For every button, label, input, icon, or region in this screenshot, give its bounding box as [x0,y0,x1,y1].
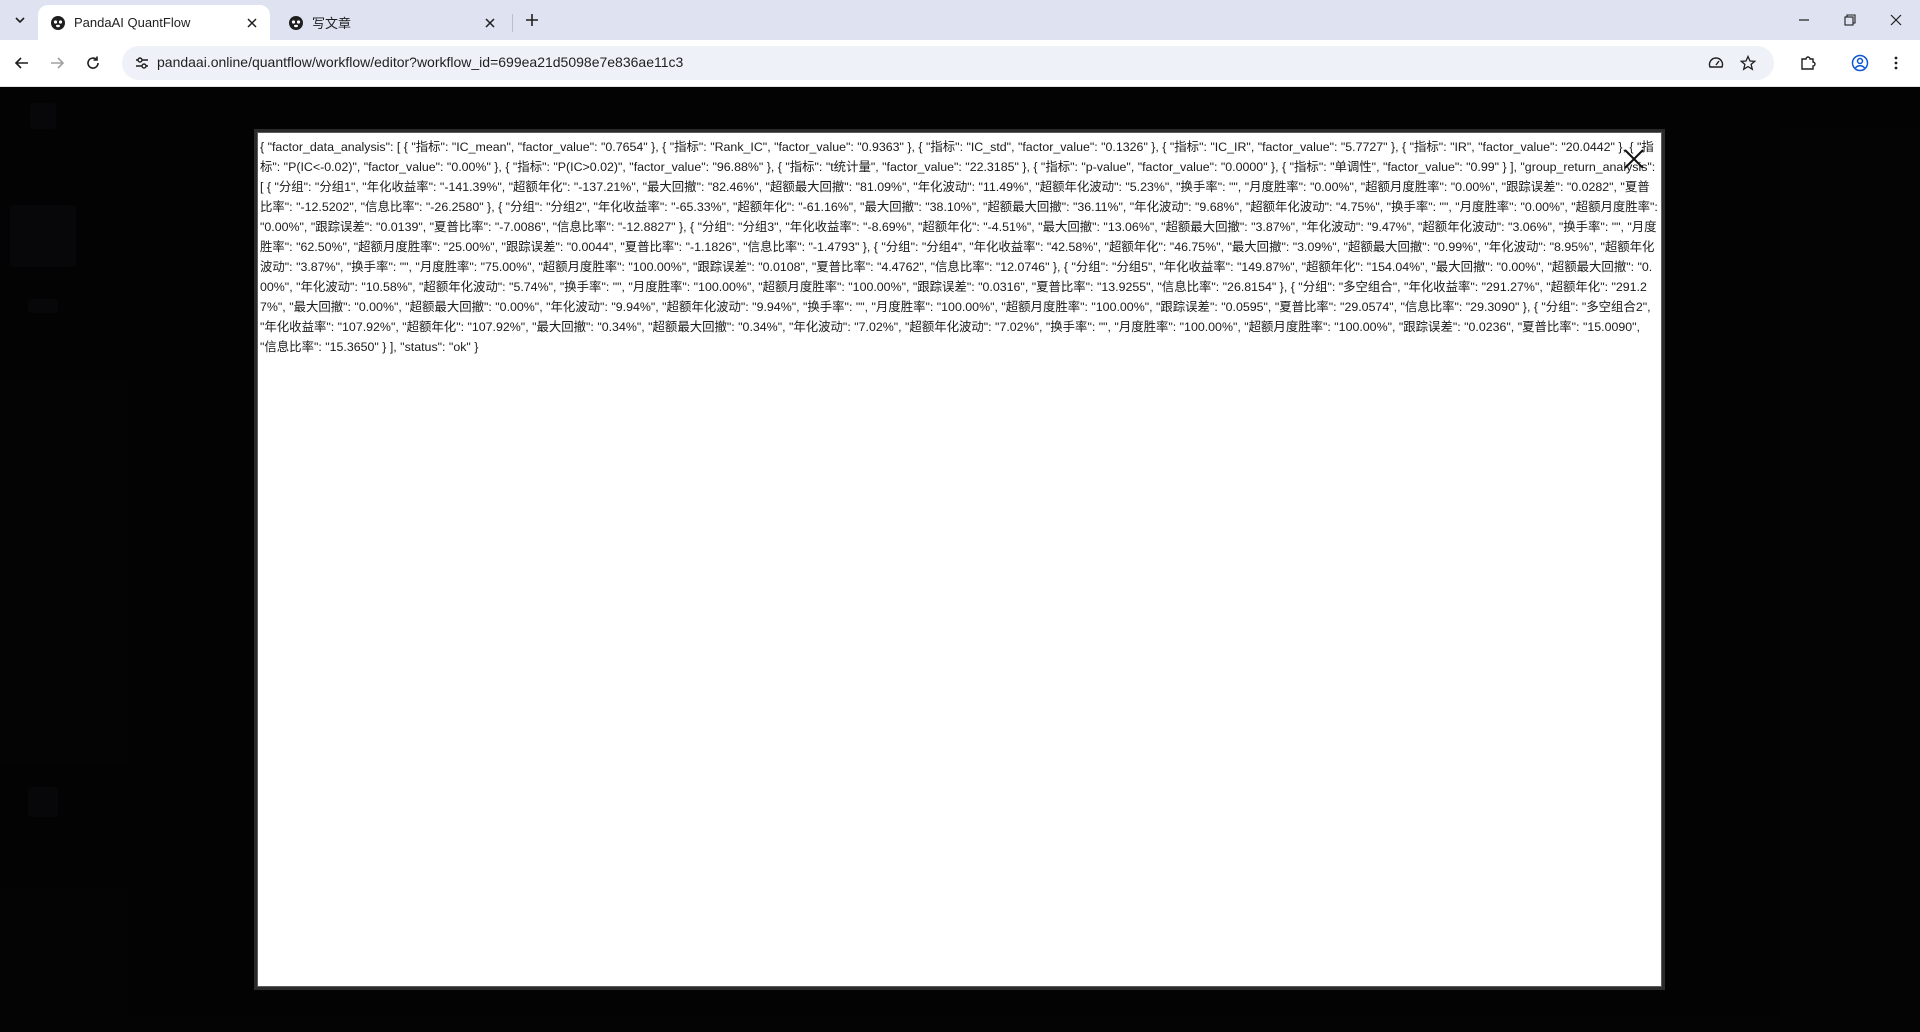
tab-close-button[interactable] [482,15,498,31]
close-icon [485,17,495,28]
performance-button[interactable] [1706,53,1726,73]
window-close-button[interactable] [1873,0,1919,40]
plus-icon [526,14,538,26]
reload-button[interactable] [79,49,107,77]
new-tab-button[interactable] [520,8,544,32]
panda-icon [51,15,65,30]
star-icon [1740,55,1756,71]
minimize-button[interactable] [1781,0,1827,40]
extensions-button[interactable] [1794,49,1822,77]
json-output-text: { "factor_data_analysis": [ { "指标": "IC_… [260,140,1658,354]
chevron-down-icon [15,17,25,24]
close-icon [247,17,257,28]
tab-strip: PandaAI QuantFlow 写文章 [0,0,1920,40]
reload-icon [87,56,99,69]
browser-menu-button[interactable] [1882,49,1910,77]
tab-title: 写文章 [312,16,352,31]
modal-close-button[interactable] [1623,148,1645,170]
bookmark-button[interactable] [1738,53,1758,73]
forward-button[interactable] [43,49,71,77]
site-info-button[interactable] [132,53,152,73]
back-button[interactable] [8,49,36,77]
tab-separator [512,14,513,32]
speedometer-icon [1708,57,1724,68]
tab-pandaai-quantflow[interactable]: PandaAI QuantFlow [38,5,270,40]
tab-close-button[interactable] [244,15,260,31]
tab-title: PandaAI QuantFlow [74,15,191,30]
kebab-menu-icon [1894,56,1898,70]
json-result-modal: { "factor_data_analysis": [ { "指标": "IC_… [258,133,1661,986]
back-arrow-icon [14,57,28,69]
close-icon [1624,149,1644,169]
address-bar[interactable]: pandaai.online/quantflow/workflow/editor… [122,46,1774,80]
minimize-icon [1799,19,1809,21]
forward-arrow-icon [51,57,65,69]
tab-list-button[interactable] [8,8,32,32]
close-icon [1890,14,1902,26]
profile-button[interactable] [1846,49,1874,77]
panda-icon [289,15,303,30]
tab-write-article[interactable]: 写文章 [276,5,508,40]
browser-toolbar: pandaai.online/quantflow/workflow/editor… [0,40,1920,87]
restore-button[interactable] [1827,0,1873,40]
tune-icon [136,57,148,69]
account-icon [1851,54,1869,72]
restore-icon [1844,14,1856,26]
url-text[interactable]: pandaai.online/quantflow/workflow/editor… [157,54,683,70]
puzzle-icon [1801,56,1816,70]
